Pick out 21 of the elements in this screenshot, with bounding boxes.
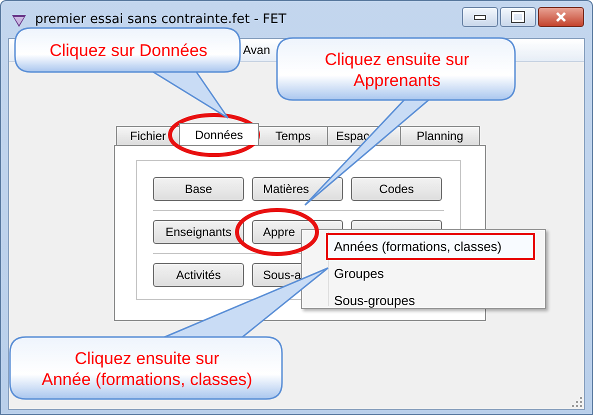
- menu-item[interactable]: Sous-groupes: [326, 287, 535, 314]
- callout-text: Cliquez sur Données: [48, 40, 208, 62]
- menu-item[interactable]: Avan: [239, 43, 274, 57]
- window-title: premier essai sans contrainte.fet - FET: [35, 12, 288, 27]
- close-button[interactable]: [538, 7, 584, 27]
- tab[interactable]: Planning: [400, 126, 480, 145]
- data-button[interactable]: Enseignants: [153, 220, 244, 244]
- minimize-button[interactable]: [462, 7, 498, 27]
- menu-item[interactable]: Années (formations, classes): [326, 233, 535, 260]
- resize-grip-icon: [572, 397, 582, 407]
- data-button[interactable]: Matières: [252, 177, 343, 201]
- tab[interactable]: Données: [179, 123, 259, 145]
- data-button[interactable]: Base: [153, 177, 244, 201]
- data-button[interactable]: Activités: [153, 263, 244, 287]
- data-button[interactable]: Codes: [351, 177, 442, 201]
- maximize-button[interactable]: [500, 7, 536, 27]
- callout-text: Cliquez ensuite sur Année (formations, classes): [40, 348, 254, 391]
- tab[interactable]: Temps: [258, 126, 328, 145]
- close-icon: [555, 11, 567, 23]
- callout-text: Cliquez ensuite sur Apprenants: [324, 48, 470, 92]
- tab[interactable]: Fichier: [116, 126, 180, 145]
